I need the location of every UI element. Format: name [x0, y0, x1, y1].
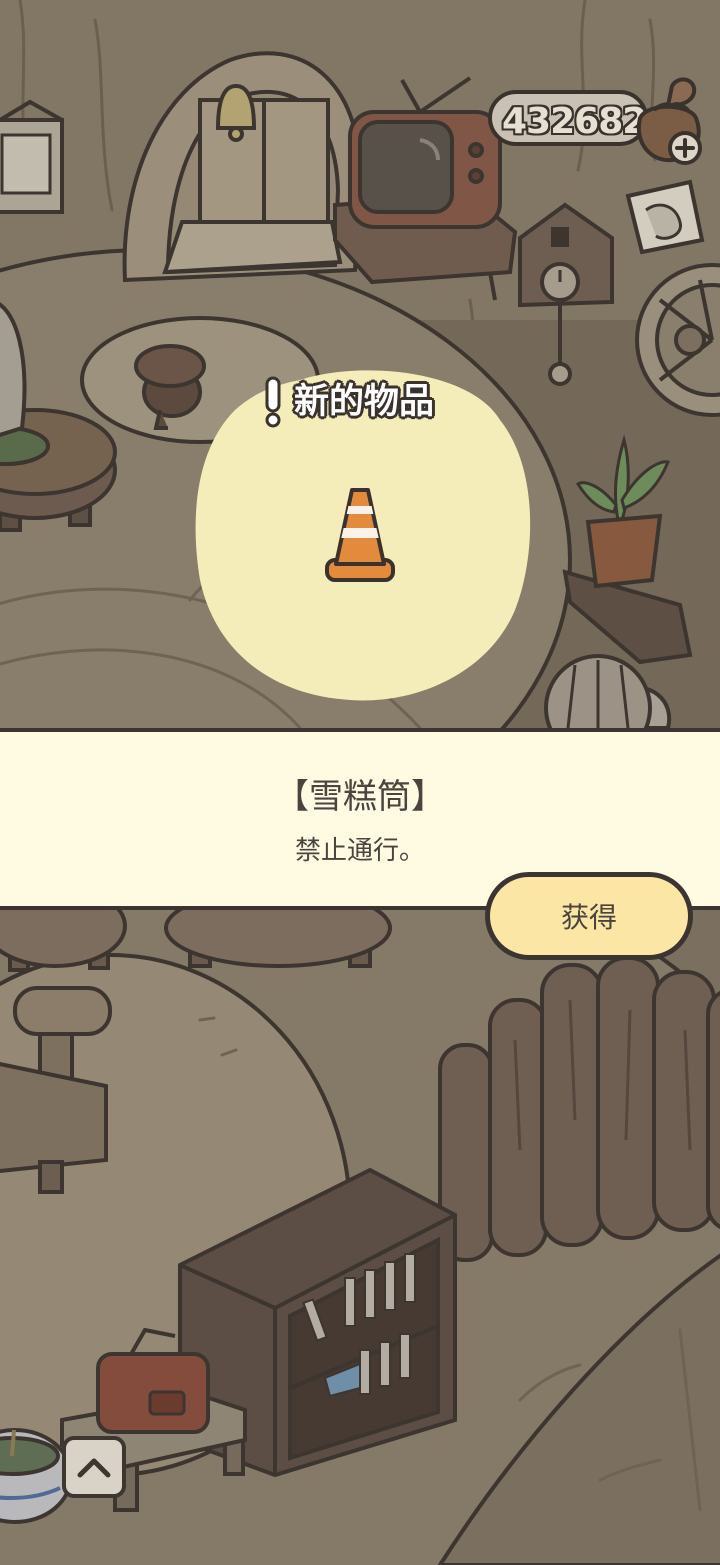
new-item-header-label: 新的物品 — [294, 382, 435, 422]
currency-counter[interactable]: 432682 — [488, 77, 708, 180]
obtain-button-label: 获得 — [560, 901, 617, 934]
currency-pill: 432682 — [488, 90, 648, 146]
chair-decor — [0, 986, 112, 1194]
new-item-header: 新的物品 — [260, 374, 434, 430]
expand-menu-button[interactable] — [62, 1436, 126, 1498]
sticky-note-decor — [625, 179, 705, 255]
item-name: 【雪糕筒】 — [275, 777, 445, 817]
currency-amount: 432682 — [502, 101, 647, 142]
chevron-up-icon — [77, 1458, 111, 1478]
traffic-cone-icon — [325, 488, 395, 582]
game-screen: 432682 新的物品 【雪糕筒】 禁止通行。 获得 — [0, 0, 720, 1565]
picture-frame-decor — [0, 99, 64, 214]
obtain-button[interactable]: 获得 — [485, 872, 693, 960]
exclamation-icon — [265, 376, 281, 428]
clover-pouch-icon[interactable] — [628, 72, 712, 168]
item-description: 禁止通行。 — [294, 836, 425, 866]
